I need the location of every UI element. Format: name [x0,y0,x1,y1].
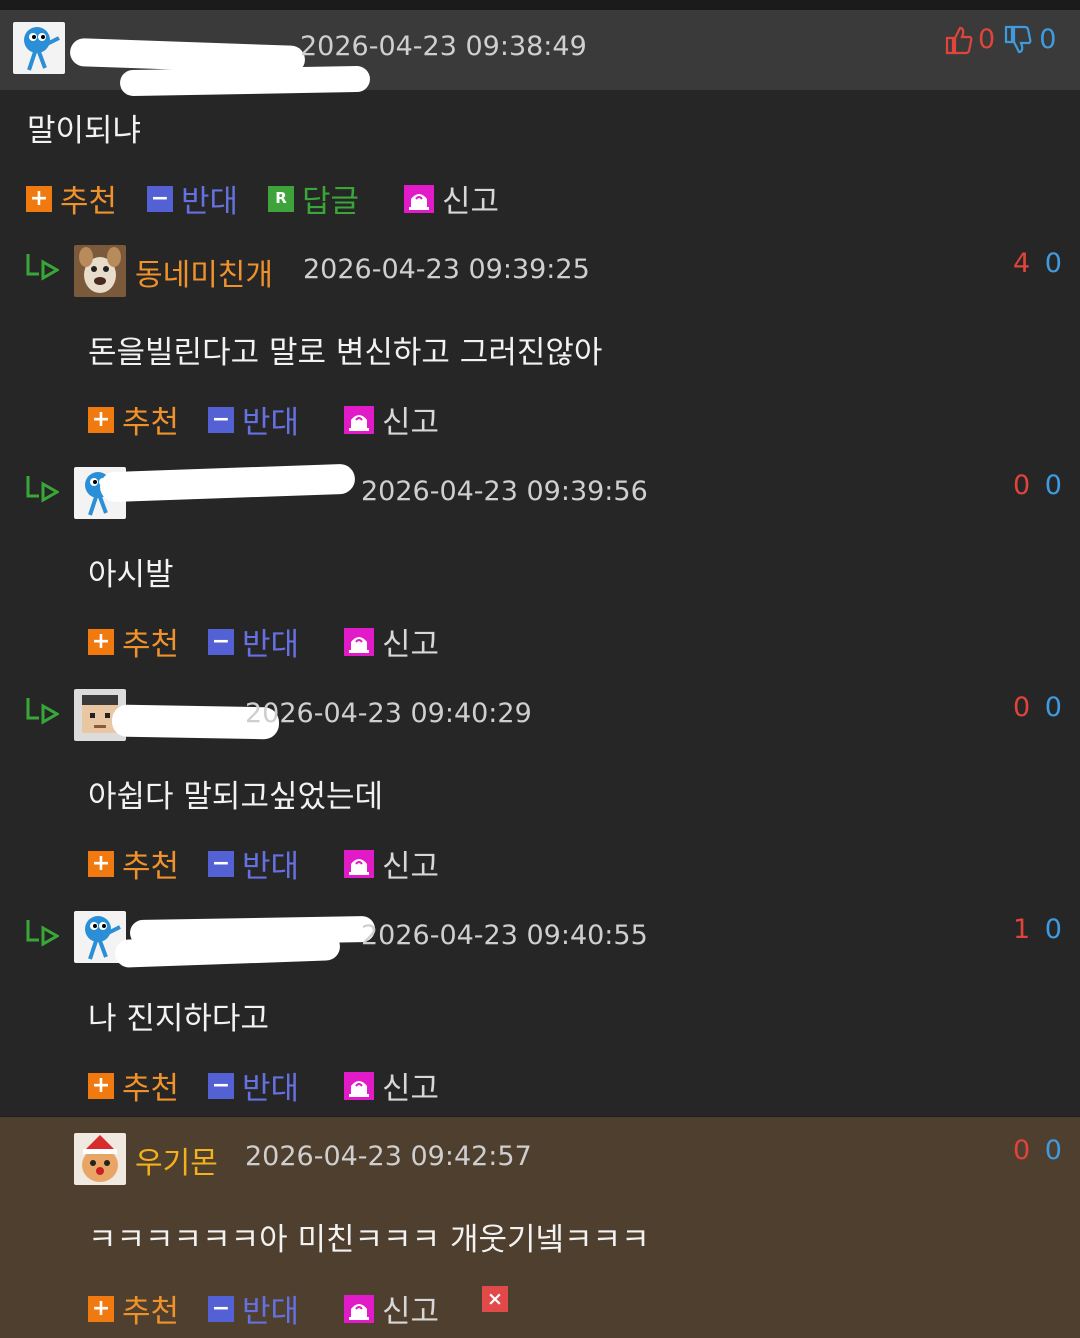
upvote-count: 0 [1013,1135,1031,1166]
siren-icon [344,1294,374,1323]
comment-date: 2026-04-23 09:38:49 [300,31,587,62]
thumbs-up-icon[interactable] [944,25,974,55]
siren-icon [344,405,374,434]
delete-button[interactable]: × [482,1286,516,1312]
reply-button[interactable]: R 답글 [268,176,359,221]
siren-icon [344,1071,374,1100]
plus-icon: + [88,628,114,655]
downvote-count: 0 [1044,692,1062,723]
siren-icon [404,184,434,213]
reply-arrow-icon [26,920,59,947]
report-button[interactable]: 신고 [344,1063,439,1108]
plus-icon: + [88,406,114,433]
reply-r-icon: R [268,185,294,212]
vote-counts: 0 0 [944,24,1056,55]
report-button[interactable]: 신고 [344,1286,439,1331]
downvote-count: 0 [1039,24,1057,55]
minus-icon: − [147,185,173,212]
oppose-button[interactable]: − 반대 [147,176,238,221]
recommend-button[interactable]: + 추천 [88,1063,179,1108]
vote-counts: 0 0 [1013,692,1062,723]
comment-date: 2026-04-23 09:39:25 [303,254,590,285]
oppose-button[interactable]: − 반대 [208,1063,299,1108]
plus-icon: + [26,185,52,212]
comment-text: 말이되냐 [27,113,142,149]
downvote-count: 0 [1044,248,1062,279]
minus-icon: − [208,850,234,877]
comment-date: 2026-04-23 09:39:56 [361,476,648,507]
plus-icon: + [88,1295,114,1322]
plus-icon: + [88,850,114,877]
oppose-button[interactable]: − 반대 [208,841,299,886]
siren-icon [344,849,374,878]
top-strip [0,0,1080,10]
oppose-button[interactable]: − 반대 [208,397,299,442]
nickname[interactable]: 우기몬 [135,1138,218,1182]
plus-icon: + [88,1072,114,1099]
upvote-count: 0 [978,24,996,55]
reply-arrow-icon [26,254,59,281]
comment-text: 아시발 [88,557,174,593]
nickname[interactable]: 동네미친개 [135,250,273,294]
comment-text: 나 진지하다고 [88,1001,269,1037]
downvote-count: 0 [1044,470,1062,501]
minus-icon: − [208,628,234,655]
comment-text: 돈을빌린다고 말로 변신하고 그러진않아 [88,335,603,371]
report-button[interactable]: 신고 [404,176,499,221]
recommend-button[interactable]: + 추천 [88,841,179,886]
vote-counts: 0 0 [1013,1135,1062,1166]
upvote-count: 0 [1013,470,1031,501]
reply-arrow-icon [26,698,59,725]
reply-arrow-icon [26,476,59,503]
avatar[interactable] [74,245,126,297]
upvote-count: 1 [1013,914,1031,945]
oppose-button[interactable]: − 반대 [208,619,299,664]
vote-counts: 0 0 [1013,470,1062,501]
minus-icon: − [208,1295,234,1322]
downvote-count: 0 [1044,1135,1062,1166]
upvote-count: 4 [1013,248,1031,279]
report-button[interactable]: 신고 [344,841,439,886]
vote-counts: 1 0 [1013,914,1062,945]
siren-icon [344,627,374,656]
thumbs-down-icon[interactable] [1003,25,1033,55]
delete-x-icon: × [482,1286,508,1312]
report-button[interactable]: 신고 [344,619,439,664]
comment-text: 아쉽다 말되고싶었는데 [88,779,384,815]
comment-date: 2026-04-23 09:42:57 [245,1141,532,1172]
minus-icon: − [208,406,234,433]
oppose-button[interactable]: − 반대 [208,1286,299,1331]
minus-icon: − [208,1072,234,1099]
comment-text: ㅋㅋㅋㅋㅋㅋ아 미친ㅋㅋㅋ 개웃기넼ㅋㅋㅋ [88,1222,650,1258]
redaction-scribble [119,65,371,97]
upvote-count: 0 [1013,692,1031,723]
avatar[interactable] [13,22,65,74]
downvote-count: 0 [1044,914,1062,945]
comment-date: 2026-04-23 09:40:55 [361,920,648,951]
report-button[interactable]: 신고 [344,397,439,442]
vote-counts: 4 0 [1013,248,1062,279]
avatar[interactable] [74,1133,126,1185]
recommend-button[interactable]: + 추천 [26,176,117,221]
recommend-button[interactable]: + 추천 [88,619,179,664]
recommend-button[interactable]: + 추천 [88,397,179,442]
recommend-button[interactable]: + 추천 [88,1286,179,1331]
comment-date: 2026-04-23 09:40:29 [245,698,532,729]
